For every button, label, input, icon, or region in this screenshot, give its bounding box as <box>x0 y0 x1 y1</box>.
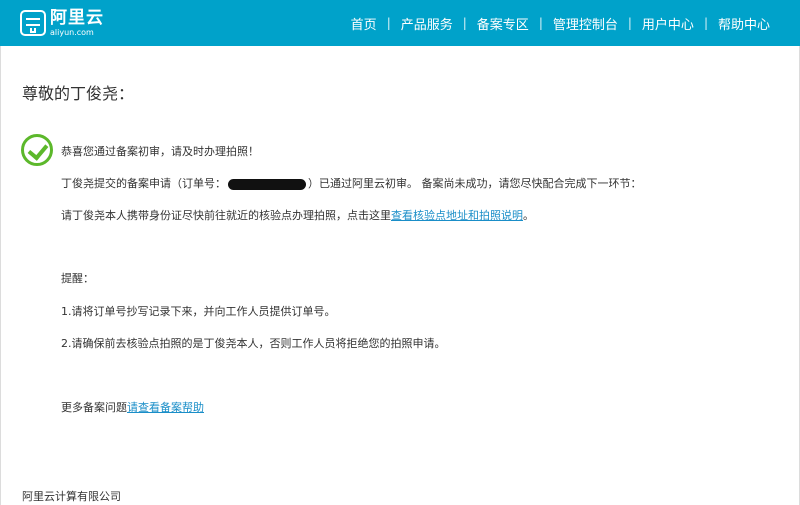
photo-instruction-end: 。 <box>523 209 534 222</box>
content-frame <box>0 46 800 505</box>
logo-name: 阿里云 <box>50 7 104 28</box>
nav-help-center[interactable]: 帮助中心 <box>708 14 780 33</box>
greeting-title: 尊敬的丁俊尧： <box>22 84 135 103</box>
help-line: 更多备案问题请查看备案帮助 <box>61 399 204 415</box>
nav-separator: | <box>703 16 708 30</box>
reminder-title: 提醒： <box>61 272 94 285</box>
nav-products[interactable]: 产品服务 <box>391 14 463 33</box>
nav-icp-filing[interactable]: 备案专区 <box>467 14 539 33</box>
photo-instruction-text: 请丁俊尧本人携带身份证尽快前往就近的核验点办理拍照，点击这里 <box>61 209 391 222</box>
congrats-message: 恭喜您通过备案初审，请及时办理拍照！ <box>61 145 259 158</box>
order-status-line: 丁俊尧提交的备案申请（订单号： ）已通过阿里云初审。 备案尚未成功，请您尽快配合完… <box>61 175 642 191</box>
top-header: 阿里云 aliyun.com 首页 | 产品服务 | 备案专区 | 管理控制台 … <box>0 0 800 46</box>
reminder-item-2: 2.请确保前去核验点拍照的是丁俊尧本人，否则工作人员将拒绝您的拍照申请。 <box>61 337 446 350</box>
nav-user-center[interactable]: 用户中心 <box>632 14 704 33</box>
nav-home[interactable]: 首页 <box>341 14 387 33</box>
nav-separator: | <box>386 16 391 30</box>
filing-help-link[interactable]: 请查看备案帮助 <box>127 401 204 414</box>
aliyun-logo-icon <box>20 10 46 36</box>
main-nav: 首页 | 产品服务 | 备案专区 | 管理控制台 | 用户中心 | 帮助中心 <box>341 0 780 46</box>
nav-console[interactable]: 管理控制台 <box>543 14 628 33</box>
order-suffix-text: ）已通过阿里云初审。 备案尚未成功，请您尽快配合完成下一环节： <box>308 177 642 190</box>
help-prefix-text: 更多备案问题 <box>61 401 127 414</box>
aliyun-logo[interactable]: 阿里云 aliyun.com <box>20 8 104 38</box>
verification-point-link[interactable]: 查看核验点地址和拍照说明 <box>391 209 523 222</box>
order-prefix-text: 丁俊尧提交的备案申请（订单号： <box>61 177 226 190</box>
photo-instruction-line: 请丁俊尧本人携带身份证尽快前往就近的核验点办理拍照，点击这里查看核验点地址和拍照… <box>61 207 534 223</box>
nav-separator: | <box>538 16 543 30</box>
logo-domain: aliyun.com <box>50 27 94 37</box>
nav-separator: | <box>627 16 632 30</box>
nav-separator: | <box>462 16 467 30</box>
footer-company: 阿里云计算有限公司 <box>22 490 121 503</box>
redacted-order-number <box>228 178 306 190</box>
reminder-item-1: 1.请将订单号抄写记录下来，并向工作人员提供订单号。 <box>61 305 336 318</box>
check-circle-icon <box>21 134 53 166</box>
